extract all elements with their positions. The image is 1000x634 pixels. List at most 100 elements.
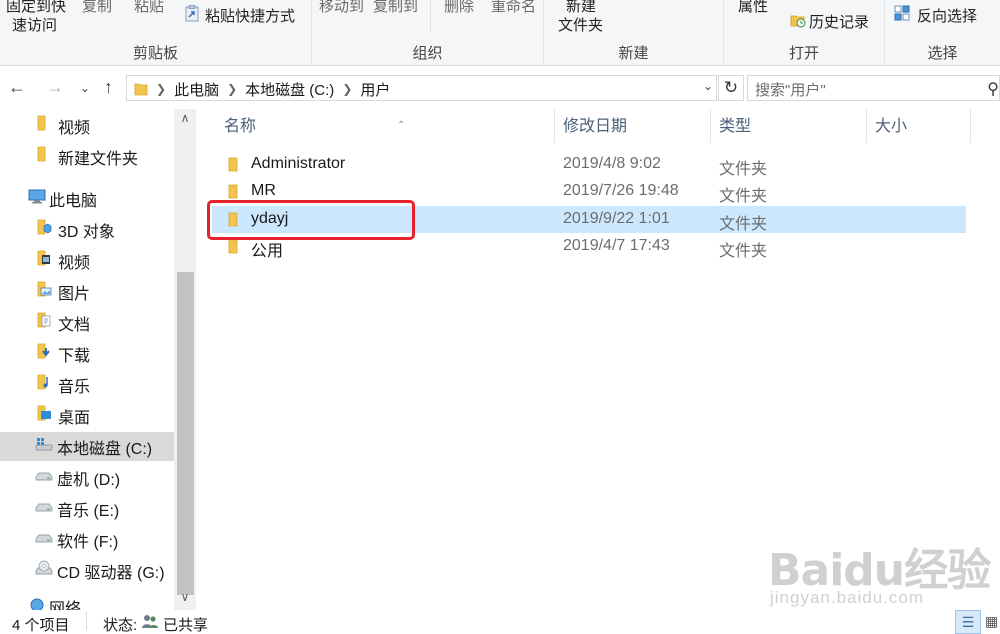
pin-quick-access-label-2[interactable]: 速访问 <box>12 14 57 35</box>
column-header-name[interactable]: 名称 ⌃ <box>216 109 555 143</box>
copy-to-button[interactable]: 复制到 <box>373 0 418 16</box>
nav-item-documents[interactable]: 文档 <box>0 308 174 337</box>
back-arrow-icon[interactable]: ← <box>8 76 26 98</box>
organize-group: 移动到 复制到 删除 重命名 组织 <box>312 0 544 65</box>
address-row: ← → ⌄ ↑ ❯ 此电脑 ❯ 本地磁盘 (C:) ❯ 用户 ⌄ ↻ 搜索"用户… <box>0 67 1000 109</box>
nav-item-downloads[interactable]: 下载 <box>0 339 174 368</box>
breadcrumb-separator[interactable]: ❯ <box>342 82 352 96</box>
drive-icon <box>35 498 53 519</box>
history-button[interactable]: 历史记录 <box>809 11 869 32</box>
column-header-type[interactable]: 类型 <box>711 109 867 143</box>
nav-item-videos[interactable]: 视频 <box>0 246 174 275</box>
breadcrumb: ❯ 此电脑 ❯ 本地磁盘 (C:) ❯ 用户 <box>134 79 390 99</box>
nav-item-network[interactable]: 网络 <box>0 597 174 610</box>
move-to-button[interactable]: 移动到 <box>319 0 364 16</box>
navigation-pane: 视频 新建文件夹 此电脑 3D 对象 视频 图片 文档 下载 音乐 桌面 本地磁… <box>0 109 200 610</box>
nav-item-label: 新建文件夹 <box>58 150 139 168</box>
nav-item-label: 音乐 <box>58 378 91 396</box>
scroll-up-icon[interactable]: ∧ <box>174 111 196 125</box>
column-header-date[interactable]: 修改日期 <box>555 109 711 143</box>
nav-item-local-disk-c[interactable]: 本地磁盘 (C:) <box>0 432 174 461</box>
nav-item-this-pc[interactable]: 此电脑 <box>0 184 174 213</box>
file-name: Administrator <box>251 155 346 172</box>
folder-icon <box>36 146 52 167</box>
drive-icon <box>35 467 53 488</box>
column-header-label: 大小 <box>875 118 908 135</box>
select-group: 反向选择 选择 <box>885 0 1000 65</box>
nav-scrollbar[interactable]: ∧ ∨ <box>174 109 196 610</box>
downloads-icon <box>36 343 52 364</box>
breadcrumb-separator[interactable]: ❯ <box>227 82 237 96</box>
highlight-annotation <box>207 200 415 240</box>
nav-item-label: CD 驱动器 (G:) <box>57 564 165 582</box>
copy-button[interactable]: 复制 <box>82 0 112 16</box>
search-icon[interactable]: ⚲ <box>987 79 999 99</box>
folder-icon <box>228 239 240 259</box>
file-row[interactable]: Administrator 2019/4/8 9:02 文件夹 <box>212 151 966 178</box>
nav-item-music[interactable]: 音乐 <box>0 370 174 399</box>
properties-button[interactable]: 属性 <box>738 0 768 16</box>
breadcrumb-separator: ❯ <box>156 82 167 96</box>
open-group: 属性 历史记录 打开 <box>724 0 885 65</box>
documents-icon <box>36 312 52 333</box>
column-header-label: 修改日期 <box>563 118 628 135</box>
new-group: 新建 文件夹 新建 <box>544 0 724 65</box>
3d-objects-icon <box>36 219 52 240</box>
paste-button[interactable]: 粘贴 <box>134 0 164 16</box>
column-header-size[interactable]: 大小 <box>867 109 971 143</box>
sort-ascending-icon: ⌃ <box>397 120 406 131</box>
address-bar[interactable]: ❯ 此电脑 ❯ 本地磁盘 (C:) ❯ 用户 ⌄ <box>126 75 717 101</box>
breadcrumb-local-disk[interactable]: 本地磁盘 (C:) <box>245 79 334 100</box>
nav-item-cd-drive-g[interactable]: CD 驱动器 (G:) <box>0 556 174 585</box>
scroll-down-icon[interactable]: ∨ <box>174 590 196 604</box>
file-date: 2019/7/26 19:48 <box>563 182 679 199</box>
videos-icon <box>36 250 52 271</box>
nav-item-label: 此电脑 <box>49 192 98 210</box>
folder-icon <box>228 157 240 177</box>
folder-small-icon <box>134 81 148 97</box>
cd-drive-icon <box>35 560 53 581</box>
breadcrumb-this-pc[interactable]: 此电脑 <box>174 79 219 100</box>
new-group-label: 新建 <box>618 45 649 62</box>
history-icon <box>790 12 806 28</box>
paste-shortcut-icon <box>185 5 199 22</box>
forward-arrow-icon[interactable]: → <box>46 76 64 98</box>
invert-selection-button[interactable]: 反向选择 <box>917 5 977 26</box>
nav-item-label: 音乐 (E:) <box>57 502 120 520</box>
paste-shortcut-button[interactable]: 粘贴快捷方式 <box>205 5 295 26</box>
large-icons-view-icon[interactable]: ▦ <box>985 610 1000 634</box>
nav-item-drive-f[interactable]: 软件 (F:) <box>0 525 174 554</box>
scroll-thumb[interactable] <box>177 272 194 595</box>
search-input[interactable]: 搜索"用户" ⚲ <box>747 75 1000 101</box>
status-label: 状态: <box>103 617 138 634</box>
nav-item-pictures[interactable]: 图片 <box>0 277 174 306</box>
details-view-icon[interactable]: ☰ <box>955 610 981 634</box>
file-type: 文件夹 <box>719 216 768 233</box>
drive-icon <box>35 529 53 550</box>
recent-locations-chevron-icon[interactable]: ⌄ <box>80 77 90 99</box>
nav-item-label: 桌面 <box>58 409 91 427</box>
nav-item-drive-d[interactable]: 虚机 (D:) <box>0 463 174 492</box>
new-folder-label-2[interactable]: 文件夹 <box>558 14 603 35</box>
file-type: 文件夹 <box>719 161 768 178</box>
nav-item-videos-quick[interactable]: 视频 <box>0 111 174 140</box>
status-divider <box>86 612 87 630</box>
nav-item-new-folder[interactable]: 新建文件夹 <box>0 142 174 171</box>
nav-item-desktop[interactable]: 桌面 <box>0 401 174 430</box>
file-name: MR <box>251 182 276 199</box>
baidu-watermark: Baidu经验 jingyan.baidu.com <box>768 534 1000 614</box>
nav-item-drive-e[interactable]: 音乐 (E:) <box>0 494 174 523</box>
computer-icon <box>28 188 46 209</box>
breadcrumb-users[interactable]: 用户 <box>360 79 390 100</box>
network-icon <box>28 597 46 610</box>
file-date: 2019/4/8 9:02 <box>563 155 661 172</box>
refresh-icon[interactable]: ↻ <box>718 75 744 101</box>
rename-button[interactable]: 重命名 <box>491 0 536 16</box>
open-group-label: 打开 <box>788 45 819 62</box>
up-arrow-icon[interactable]: ↑ <box>104 76 113 98</box>
organize-group-label: 组织 <box>412 45 443 62</box>
nav-item-3d-objects[interactable]: 3D 对象 <box>0 215 174 244</box>
delete-button[interactable]: 删除 <box>444 0 474 16</box>
shared-users-icon <box>141 613 159 629</box>
address-dropdown-icon[interactable]: ⌄ <box>703 79 713 93</box>
